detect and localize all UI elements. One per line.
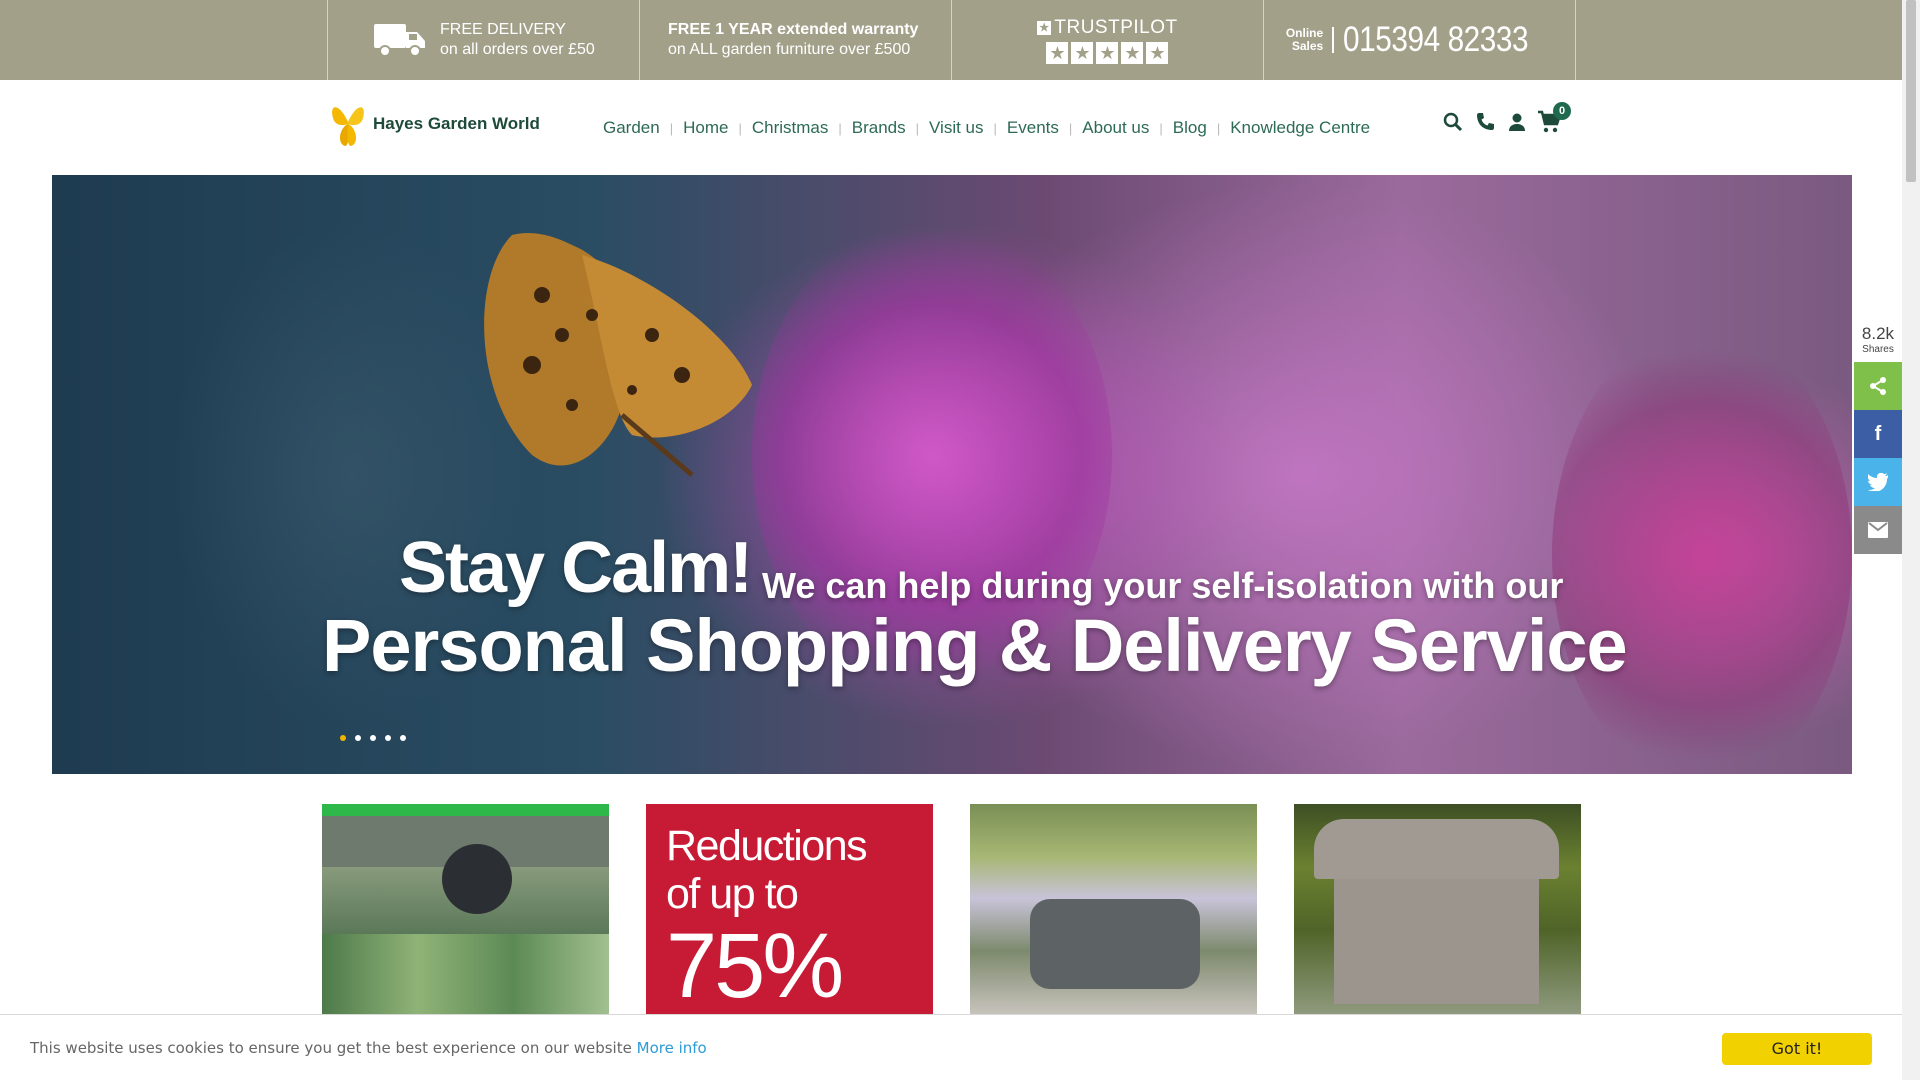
flower-bloom	[1552, 325, 1852, 774]
account-icon[interactable]	[1505, 110, 1529, 134]
butterfly-photo	[484, 233, 752, 477]
phone-icon[interactable]	[1473, 110, 1497, 134]
slider-dots	[340, 735, 415, 741]
site-logo[interactable]: Hayes Garden World	[329, 100, 540, 148]
cart-icon[interactable]: 0	[1537, 102, 1571, 134]
phone-number[interactable]: 015394 82333	[1343, 20, 1529, 60]
nav-divider: |	[738, 120, 742, 136]
facebook-share-button[interactable]: f	[1854, 410, 1902, 458]
trustpilot-rating: ★ ★ ★ ★ ★	[1046, 41, 1169, 64]
slide-dot[interactable]	[400, 735, 406, 741]
free-delivery-banner[interactable]: FREE DELIVERY on all orders over £50	[328, 0, 640, 80]
email-share-button[interactable]	[1854, 506, 1902, 554]
nav-home[interactable]: Home	[683, 118, 728, 138]
nav-garden[interactable]: Garden	[603, 118, 660, 138]
nav-events[interactable]: Events	[1007, 118, 1059, 138]
share-count: 8.2k Shares	[1854, 322, 1902, 362]
logo-text: Hayes Garden World	[373, 114, 540, 133]
twitter-share-button[interactable]	[1854, 458, 1902, 506]
cookie-message: This website uses cookies to ensure you …	[30, 1038, 707, 1057]
page-scrollbar[interactable]	[1902, 0, 1920, 1080]
online-sales-label: Online Sales	[1286, 27, 1335, 53]
reductions-tile[interactable]: Reductions of up to 75%	[646, 804, 933, 1014]
cookie-accept-button[interactable]: Got it!	[1722, 1033, 1872, 1065]
warranty-banner[interactable]: FREE 1 YEAR extended warranty on ALL gar…	[640, 0, 952, 80]
star-icon: ★	[1146, 41, 1169, 64]
delivery-van-icon	[374, 24, 425, 57]
share-icon	[1870, 377, 1886, 395]
delivery-subtitle: on all orders over £50	[440, 41, 595, 58]
butterfly-logo-icon	[332, 107, 364, 146]
nav-brands[interactable]: Brands	[852, 118, 906, 138]
share-sidebar: 8.2k Shares f	[1854, 322, 1902, 554]
nav-divider: |	[1159, 120, 1163, 136]
bbq-photo	[1334, 879, 1539, 1004]
star-icon: ★	[1046, 41, 1069, 64]
star-icon: ★	[1121, 41, 1144, 64]
scrollbar-thumb[interactable]	[1906, 0, 1916, 182]
hero-headline: Stay Calm!	[399, 528, 753, 608]
main-nav: Garden | Home | Christmas | Brands | Visit u…	[603, 118, 1370, 138]
nav-about-us[interactable]: About us	[1082, 118, 1149, 138]
trustpilot-widget[interactable]: ★ TRUSTPILOT ★ ★ ★ ★ ★	[952, 0, 1264, 80]
star-icon: ★	[1071, 41, 1094, 64]
garden-centre-tile[interactable]	[322, 804, 609, 1014]
warranty-title: FREE 1 YEAR extended warranty	[668, 21, 919, 38]
trustpilot-star-icon: ★	[1037, 20, 1052, 35]
nav-divider: |	[993, 120, 997, 136]
hero-service-title: Personal Shopping & Delivery Service	[322, 604, 1628, 687]
promo-tiles: Reductions of up to 75%	[322, 804, 1581, 1014]
promo-bar: FREE DELIVERY on all orders over £50 FRE…	[0, 0, 1902, 80]
nav-visit-us[interactable]: Visit us	[929, 118, 984, 138]
bbq-tile[interactable]	[1294, 804, 1581, 1014]
garden-furniture-tile[interactable]	[970, 804, 1257, 1014]
cookie-banner: This website uses cookies to ensure you …	[0, 1014, 1902, 1080]
header-actions: 0	[1441, 102, 1571, 134]
slide-dot[interactable]	[385, 735, 391, 741]
phone-banner[interactable]: Online Sales 015394 82333	[1264, 0, 1576, 80]
nav-divider: |	[1216, 120, 1221, 136]
nav-christmas[interactable]: Christmas	[752, 118, 829, 138]
nav-divider: |	[838, 120, 842, 136]
bbq-photo	[1314, 819, 1559, 879]
share-button[interactable]	[1854, 362, 1902, 410]
slide-dot[interactable]	[370, 735, 376, 741]
twitter-icon	[1868, 473, 1888, 491]
furniture-photo	[1030, 899, 1200, 989]
nav-divider: |	[1068, 120, 1073, 136]
star-icon: ★	[1096, 41, 1119, 64]
slide-dot[interactable]	[355, 735, 361, 741]
slide-dot[interactable]	[340, 735, 346, 741]
email-icon	[1868, 522, 1888, 538]
garden-centre-photo	[322, 934, 609, 1014]
facebook-icon: f	[1874, 422, 1882, 445]
hero-subheadline: We can help during your self-isolation w…	[762, 565, 1564, 606]
nav-divider: |	[669, 120, 674, 136]
site-header: Hayes Garden World Garden | Home | Christm…	[0, 80, 1902, 175]
trustpilot-logo: ★ TRUSTPILOT	[1037, 16, 1178, 38]
cookie-more-info-link[interactable]: More info	[637, 1039, 707, 1057]
nav-divider: |	[915, 120, 920, 136]
reductions-text: Reductions of up to 75%	[666, 822, 868, 1014]
hero-slider[interactable]: Stay Calm! We can help during your self-…	[52, 175, 1852, 774]
warranty-subtitle: on ALL garden furniture over £500	[668, 41, 911, 58]
garden-centre-photo	[442, 844, 512, 914]
nav-blog[interactable]: Blog	[1173, 118, 1207, 138]
search-icon[interactable]	[1441, 110, 1465, 134]
nav-knowledge-centre[interactable]: Knowledge Centre	[1230, 118, 1370, 138]
delivery-title: FREE DELIVERY	[440, 21, 566, 38]
cart-count-badge: 0	[1553, 102, 1571, 120]
